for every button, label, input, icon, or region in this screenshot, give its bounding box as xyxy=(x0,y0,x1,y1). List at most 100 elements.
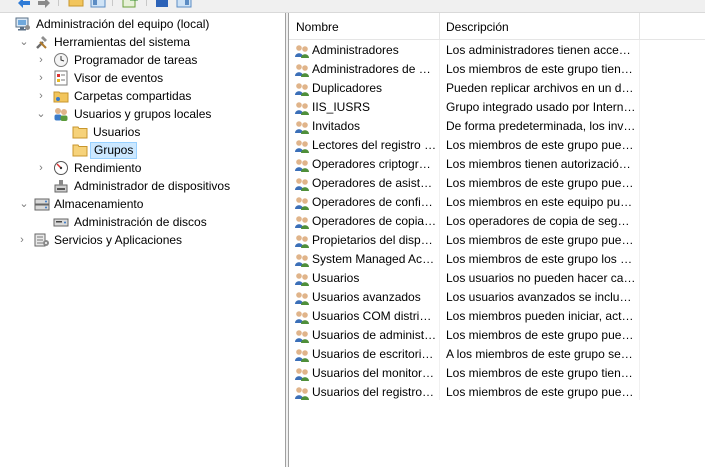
folder-icon[interactable] xyxy=(68,0,84,8)
group-name: Propietarios del dispositivo xyxy=(312,233,437,247)
group-icon xyxy=(294,157,310,173)
forward-icon[interactable] xyxy=(36,0,52,8)
table-row[interactable]: IIS_IUSRS Grupo integrado usado por Inter… xyxy=(289,98,705,117)
group-description: Los miembros de este grupo tienen acceso xyxy=(446,366,636,380)
services-icon xyxy=(34,232,50,248)
chevron-down-icon[interactable]: ⌄ xyxy=(18,36,30,48)
tools-icon xyxy=(34,34,50,50)
group-name: System Managed Accounts Group xyxy=(312,252,437,266)
group-description: Los miembros de este grupo pueden cambia… xyxy=(446,233,636,247)
console-tree[interactable]: Administración del equipo (local) ⌄ Herr… xyxy=(0,13,285,467)
group-name: Usuarios del monitor de sistema xyxy=(312,366,437,380)
chevron-right-icon[interactable]: › xyxy=(35,72,47,84)
table-row[interactable]: Usuarios COM distribuidos Los miembros pu… xyxy=(289,307,705,326)
group-icon xyxy=(294,81,310,97)
help-icon[interactable] xyxy=(154,0,170,8)
table-row[interactable]: Usuarios de administración remota Los mie… xyxy=(289,326,705,345)
table-row[interactable]: Administradores de Hyper-V Los miembros d… xyxy=(289,60,705,79)
back-icon[interactable] xyxy=(16,0,32,8)
column-header-description[interactable]: Descripción xyxy=(439,13,639,40)
column-header-name[interactable]: Nombre xyxy=(289,13,439,40)
tree-item-task-scheduler[interactable]: › Programador de tareas xyxy=(0,51,285,69)
chevron-right-icon[interactable]: › xyxy=(35,54,47,66)
table-row[interactable]: Usuarios avanzados Los usuarios avanzados… xyxy=(289,288,705,307)
group-name: Administradores de Hyper-V xyxy=(312,62,437,76)
table-row[interactable]: Invitados De forma predeterminada, los in… xyxy=(289,117,705,136)
table-row[interactable]: Operadores de configuración de red Los mi… xyxy=(289,193,705,212)
group-description: Los operadores de copia de seguridad pue… xyxy=(446,214,636,228)
tree-item-storage[interactable]: ⌄ Almacenamiento xyxy=(0,195,285,213)
group-name: Administradores xyxy=(312,43,399,57)
group-name: Usuarios de escritorio remoto xyxy=(312,347,437,361)
panel-icon[interactable] xyxy=(176,0,192,8)
group-description: Los miembros de este grupo los administr… xyxy=(446,252,636,266)
chevron-right-icon[interactable]: › xyxy=(35,90,47,102)
group-description: Los miembros tienen autorización para re… xyxy=(446,157,636,171)
tree-item-services-apps[interactable]: › Servicios y Aplicaciones xyxy=(0,231,285,249)
disk-icon xyxy=(53,214,69,230)
tree-item-users[interactable]: Usuarios xyxy=(0,123,285,141)
table-row[interactable]: Usuarios Los usuarios no pueden hacer cam… xyxy=(289,269,705,288)
tree-item-performance[interactable]: › Rendimiento xyxy=(0,159,285,177)
group-description: Los miembros de este grupo pueden accede… xyxy=(446,328,636,342)
tree-label-selected: Grupos xyxy=(90,142,138,159)
group-icon xyxy=(294,233,310,249)
tree-item-shared-folders[interactable]: › Carpetas compartidas xyxy=(0,87,285,105)
group-name: Usuarios del registro de rendimiento xyxy=(312,385,437,399)
toolbar xyxy=(0,0,705,12)
folder-icon xyxy=(72,124,88,140)
group-description: Los usuarios no pueden hacer cambios xyxy=(446,271,636,285)
chevron-down-icon[interactable]: ⌄ xyxy=(18,198,30,210)
folder-icon xyxy=(72,142,88,158)
tree-label: Usuarios y grupos locales xyxy=(74,107,212,121)
tree-item-system-tools[interactable]: ⌄ Herramientas del sistema xyxy=(0,33,285,51)
group-name: Lectores del registro de eventos xyxy=(312,138,437,152)
table-row[interactable]: Operadores criptográficos Los miembros ti… xyxy=(289,155,705,174)
chevron-down-icon[interactable]: ⌄ xyxy=(35,108,47,120)
tree-root[interactable]: Administración del equipo (local) xyxy=(0,15,285,33)
group-description: Pueden replicar archivos en un dominio xyxy=(446,81,636,95)
tree-label: Administración de discos xyxy=(74,215,207,229)
tree-item-event-viewer[interactable]: › Visor de eventos xyxy=(0,69,285,87)
tree-label: Servicios y Aplicaciones xyxy=(54,233,183,247)
group-description: Los administradores tienen acceso comple… xyxy=(446,43,636,57)
group-name: Usuarios COM distribuidos xyxy=(312,309,437,323)
group-name: Usuarios xyxy=(312,271,360,285)
group-icon xyxy=(294,347,310,363)
users-groups-icon xyxy=(53,106,69,122)
table-row[interactable]: Usuarios del registro de rendimiento Los … xyxy=(289,383,705,402)
group-icon xyxy=(294,385,310,401)
group-icon xyxy=(294,366,310,382)
tree-item-device-manager[interactable]: Administrador de dispositivos xyxy=(0,177,285,195)
table-row[interactable]: System Managed Accounts Group Los miembro… xyxy=(289,250,705,269)
table-row[interactable]: Propietarios del dispositivo Los miembros… xyxy=(289,231,705,250)
tree-label: Visor de eventos xyxy=(74,71,164,85)
tree-item-local-users-groups[interactable]: ⌄ Usuarios y grupos locales xyxy=(0,105,285,123)
tree-label: Herramientas del sistema xyxy=(54,35,191,49)
group-description: Los miembros de este grupo pueden leer r… xyxy=(446,138,636,152)
table-row[interactable]: Usuarios del monitor de sistema Los miemb… xyxy=(289,364,705,383)
table-row[interactable]: Operadores de copia de seguridad Los oper… xyxy=(289,212,705,231)
group-icon xyxy=(294,62,310,78)
tree-item-disk-management[interactable]: Administración de discos xyxy=(0,213,285,231)
table-row[interactable]: Administradores Los administradores tiene… xyxy=(289,41,705,60)
group-name: Duplicadores xyxy=(312,81,383,95)
group-name: Invitados xyxy=(312,119,361,133)
tree-item-groups[interactable]: Grupos xyxy=(0,141,285,159)
group-description: Los usuarios avanzados se incluyen para … xyxy=(446,290,636,304)
export-icon[interactable] xyxy=(122,0,139,8)
chevron-right-icon[interactable]: › xyxy=(16,234,28,246)
group-icon xyxy=(294,290,310,306)
tree-root-label: Administración del equipo (local) xyxy=(36,17,210,31)
tree-label: Almacenamiento xyxy=(54,197,144,211)
table-row[interactable]: Operadores de asistencia de control de a… xyxy=(289,174,705,193)
properties-icon[interactable] xyxy=(90,0,106,8)
table-row[interactable]: Duplicadores Pueden replicar archivos en … xyxy=(289,79,705,98)
table-row[interactable]: Lectores del registro de eventos Los miem… xyxy=(289,136,705,155)
chevron-right-icon[interactable]: › xyxy=(35,162,47,174)
table-row[interactable]: Usuarios de escritorio remoto A los miemb… xyxy=(289,345,705,364)
group-icon xyxy=(294,138,310,154)
groups-list[interactable]: Nombre Descripción Administradores Los ad… xyxy=(289,13,705,467)
group-icon xyxy=(294,119,310,135)
group-name: Operadores criptográficos xyxy=(312,157,437,171)
